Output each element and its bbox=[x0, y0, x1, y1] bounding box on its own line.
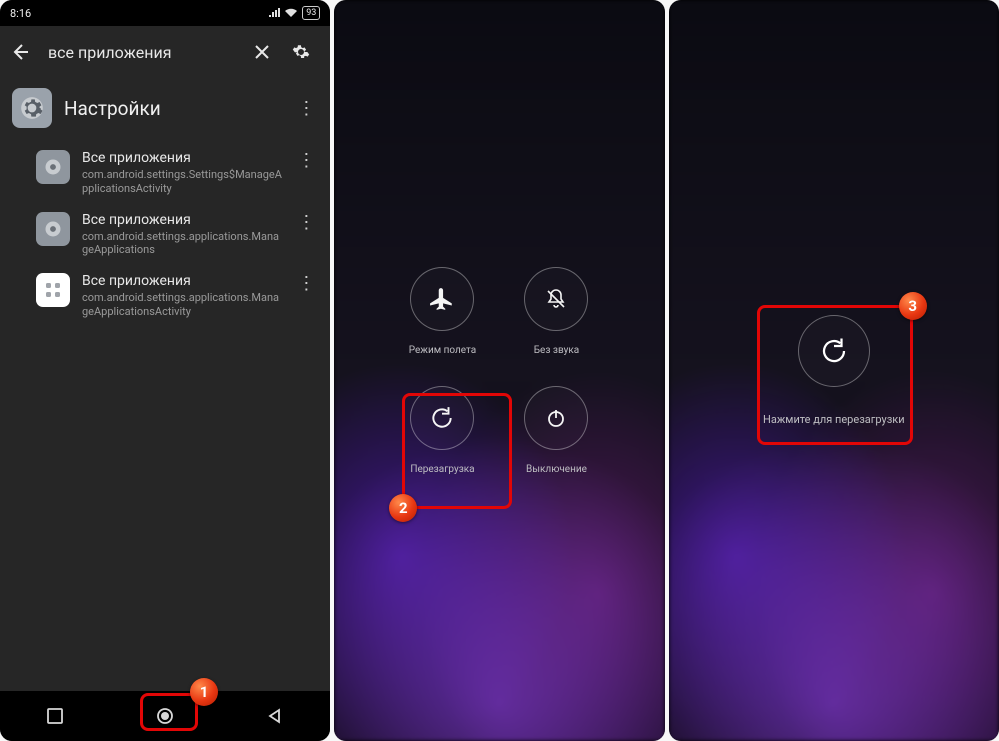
callout-badge-3: 3 bbox=[899, 292, 927, 320]
gear-icon bbox=[12, 88, 52, 128]
list-item-title: Все приложения bbox=[82, 273, 282, 289]
back-button[interactable] bbox=[10, 42, 38, 62]
gear-icon bbox=[36, 150, 70, 184]
app-section[interactable]: Настройки ⋮ bbox=[0, 78, 330, 142]
power-icon bbox=[524, 386, 588, 450]
screenshot-2: Режим полета Без звука Перезагрузка bbox=[334, 0, 664, 741]
screenshot-1: 8:16 93 все приложения bbox=[0, 0, 330, 741]
reboot-label: Перезагрузка bbox=[410, 464, 474, 475]
list-item[interactable]: Все приложения com.android.settings.appl… bbox=[0, 265, 330, 327]
reboot-icon bbox=[798, 315, 870, 387]
bell-off-icon bbox=[524, 267, 588, 331]
reboot-confirm-label: Нажмите для перезагрузки bbox=[763, 413, 905, 426]
nav-home-button[interactable] bbox=[142, 699, 188, 733]
callout-badge-1: 1 bbox=[190, 678, 218, 706]
silent-label: Без звука bbox=[534, 345, 579, 356]
status-time: 8:16 bbox=[10, 7, 31, 20]
airplane-icon bbox=[410, 267, 474, 331]
reboot-confirm-button[interactable]: Нажмите для перезагрузки bbox=[763, 315, 905, 426]
list-item[interactable]: Все приложения com.android.settings.Sett… bbox=[0, 142, 330, 204]
list-item-title: Все приложения bbox=[82, 150, 282, 166]
clear-button[interactable] bbox=[254, 44, 282, 60]
silent-mode-button[interactable]: Без звука bbox=[508, 267, 604, 356]
list-item-sub: com.android.settings.applications.Manage… bbox=[82, 291, 282, 319]
list-item-sub: com.android.settings.Settings$ManageAppl… bbox=[82, 168, 282, 196]
wifi-icon bbox=[284, 8, 298, 18]
more-button[interactable]: ⋮ bbox=[294, 150, 318, 171]
settings-button[interactable] bbox=[292, 43, 320, 61]
airplane-label: Режим полета bbox=[409, 345, 476, 356]
more-button[interactable]: ⋮ bbox=[294, 273, 318, 294]
screenshot-3: Нажмите для перезагрузки 3 bbox=[669, 0, 999, 741]
nav-bar bbox=[0, 691, 330, 741]
battery-indicator: 93 bbox=[302, 6, 320, 20]
shutdown-label: Выключение bbox=[526, 464, 587, 475]
shutdown-button[interactable]: Выключение bbox=[508, 386, 604, 475]
toolbar: все приложения bbox=[0, 26, 330, 78]
activity-list: Все приложения com.android.settings.Sett… bbox=[0, 142, 330, 327]
more-button[interactable]: ⋮ bbox=[294, 98, 318, 119]
airplane-mode-button[interactable]: Режим полета bbox=[394, 267, 490, 356]
toolbar-title: все приложения bbox=[48, 43, 244, 62]
list-item[interactable]: Все приложения com.android.settings.appl… bbox=[0, 204, 330, 266]
app-section-title: Настройки bbox=[64, 97, 282, 120]
grid-icon bbox=[36, 273, 70, 307]
nav-recent-button[interactable] bbox=[32, 699, 78, 733]
reboot-icon bbox=[410, 386, 474, 450]
nav-back-button[interactable] bbox=[252, 699, 298, 733]
status-bar: 8:16 93 bbox=[0, 0, 330, 26]
power-menu: Режим полета Без звука Перезагрузка bbox=[394, 267, 604, 475]
list-item-sub: com.android.settings.applications.Manage… bbox=[82, 230, 282, 258]
signal-icon bbox=[268, 8, 280, 18]
gear-icon bbox=[36, 212, 70, 246]
more-button[interactable]: ⋮ bbox=[294, 212, 318, 233]
list-item-title: Все приложения bbox=[82, 212, 282, 228]
reboot-button[interactable]: Перезагрузка bbox=[394, 386, 490, 475]
